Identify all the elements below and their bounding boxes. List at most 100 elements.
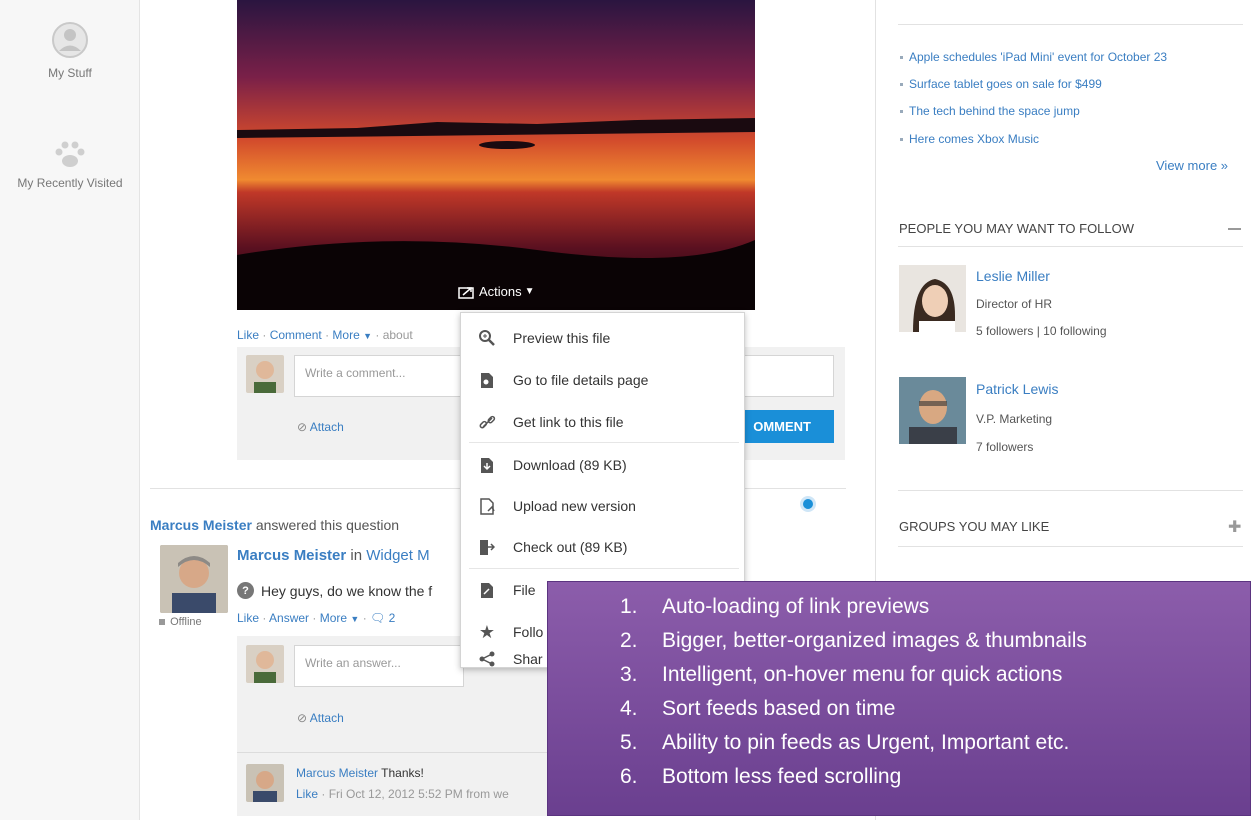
- author-avatar[interactable]: [160, 545, 228, 613]
- post1-time: about: [382, 328, 413, 342]
- sunset-image: [237, 0, 755, 310]
- rss-item[interactable]: Apple schedules 'iPad Mini' event for Oc…: [900, 50, 1167, 64]
- paw-icon: [55, 141, 85, 167]
- share-icon: [461, 651, 513, 667]
- post2-author-link[interactable]: Marcus Meister: [150, 517, 252, 533]
- feature-item: 5. Ability to pin feeds as Urgent, Import…: [620, 731, 1069, 755]
- post2-action-text: answered this question: [255, 517, 400, 533]
- feature-num: 1.: [620, 595, 638, 618]
- user-icon: [52, 22, 88, 58]
- post2-title: Marcus Meister in Widget M: [237, 547, 430, 564]
- post-image[interactable]: [237, 0, 755, 310]
- feature-item: 6. Bottom less feed scrolling: [620, 765, 901, 789]
- person-name[interactable]: Leslie Miller: [976, 268, 1050, 284]
- feature-text: Bigger, better-organized images & thumbn…: [662, 629, 1087, 652]
- feature-item: 1. Auto-loading of link previews: [620, 595, 929, 619]
- comment-link[interactable]: Comment: [270, 328, 322, 342]
- view-more-link[interactable]: View more »: [1156, 158, 1228, 173]
- post2-in: in: [350, 547, 363, 564]
- reply-meta-text: · Fri Oct 12, 2012 5:52 PM from we: [321, 787, 509, 801]
- feature-num: 3.: [620, 663, 638, 686]
- answer-input[interactable]: Write an answer...: [294, 645, 464, 687]
- feature-num: 5.: [620, 731, 638, 754]
- reply-text: Thanks!: [381, 766, 424, 780]
- person-name[interactable]: Patrick Lewis: [976, 381, 1058, 397]
- avatar: [246, 645, 284, 683]
- file-icon: [461, 582, 513, 599]
- question-icon: ?: [237, 582, 254, 599]
- menu-item-check-out[interactable]: Check out (89 KB): [461, 527, 744, 567]
- menu-item-upload[interactable]: Upload new version: [461, 486, 744, 526]
- person-photo-patrick[interactable]: [899, 377, 966, 444]
- collapse-icon[interactable]: [1228, 228, 1241, 230]
- feature-text: Ability to pin feeds as Urgent, Importan…: [662, 731, 1070, 754]
- caret-down-icon: ▼: [363, 331, 373, 341]
- offline-label: Offline: [170, 616, 202, 628]
- offline-status: Offline: [159, 616, 202, 628]
- nav-my-stuff[interactable]: My Stuff: [0, 20, 140, 80]
- post2-group-link[interactable]: Widget M: [366, 547, 429, 564]
- feature-num: 4.: [620, 697, 638, 720]
- file-details-icon: [461, 372, 513, 389]
- reply-count[interactable]: 2: [389, 611, 396, 625]
- page: My Stuff My Recently Visited Actions ▼ L…: [0, 0, 1255, 820]
- avatar: [246, 355, 284, 393]
- post2-question-text: Hey guys, do we know the f: [261, 582, 433, 599]
- feature-text: Bottom less feed scrolling: [662, 765, 902, 788]
- checkout-icon: [461, 539, 513, 556]
- reply-author-link[interactable]: Marcus Meister: [296, 766, 378, 780]
- rss-item[interactable]: Here comes Xbox Music: [900, 132, 1039, 146]
- like-link[interactable]: Like: [237, 328, 259, 342]
- divider: [237, 752, 547, 753]
- post2-author2-link[interactable]: Marcus Meister: [237, 547, 346, 564]
- answer-link[interactable]: Answer: [269, 611, 309, 625]
- star-icon: ★: [478, 621, 496, 642]
- menu-item-label: File: [513, 582, 536, 598]
- reply-avatar[interactable]: [246, 764, 284, 802]
- feature-text: Intelligent, on-hover menu for quick act…: [662, 663, 1063, 686]
- menu-item-file-details[interactable]: Go to file details page: [461, 360, 744, 400]
- rss-item[interactable]: The tech behind the space jump: [900, 104, 1080, 118]
- attach-link[interactable]: ⊘ Attach: [297, 420, 344, 434]
- reply-like-link[interactable]: Like: [296, 787, 318, 801]
- menu-item-label: Check out (89 KB): [513, 539, 628, 555]
- caret-down-icon: ▼: [350, 614, 360, 624]
- feature-item: 4. Sort feeds based on time: [620, 697, 895, 721]
- menu-item-get-link[interactable]: Get link to this file: [461, 402, 744, 442]
- nav-recently-visited[interactable]: My Recently Visited: [0, 140, 140, 190]
- menu-item-label: Preview this file: [513, 330, 611, 346]
- post2-question: ? Hey guys, do we know the f: [237, 582, 432, 599]
- paperclip-icon: ⊘: [297, 420, 308, 434]
- feature-num: 2.: [620, 629, 638, 652]
- paperclip-icon: ⊘: [297, 711, 308, 725]
- offline-square-icon: [159, 619, 165, 625]
- feature-num: 6.: [620, 765, 638, 788]
- expand-plus-icon[interactable]: ✚: [1228, 517, 1241, 537]
- menu-item-label: Follo: [513, 624, 544, 640]
- comment-button[interactable]: OMMENT: [730, 410, 834, 443]
- menu-item-download[interactable]: Download (89 KB): [461, 445, 744, 485]
- rss-item[interactable]: Surface tablet goes on sale for $499: [900, 77, 1102, 91]
- attach-label: Attach: [309, 420, 344, 434]
- person-stats: 5 followers | 10 following: [976, 324, 1107, 338]
- menu-item-label: Go to file details page: [513, 372, 649, 388]
- feature-item: 3. Intelligent, on-hover menu for quick a…: [620, 663, 1062, 687]
- menu-item-preview[interactable]: Preview this file: [461, 318, 744, 358]
- person-photo-leslie[interactable]: [899, 265, 966, 332]
- attach-link[interactable]: ⊘ Attach: [297, 711, 344, 725]
- menu-separator: [469, 442, 739, 443]
- person-title: V.P. Marketing: [976, 412, 1053, 426]
- left-nav: My Stuff My Recently Visited: [0, 0, 140, 820]
- actions-button[interactable]: Actions ▼: [458, 284, 535, 299]
- reply-line: Marcus Meister Thanks!: [296, 766, 424, 780]
- menu-separator: [469, 568, 739, 569]
- more-link[interactable]: More: [320, 611, 347, 625]
- nav-recently-visited-label: My Recently Visited: [17, 176, 123, 190]
- replies-icon: 🗨: [370, 611, 386, 625]
- feature-item: 2. Bigger, better-organized images & thum…: [620, 629, 1087, 653]
- caret-down-icon: ▼: [524, 286, 535, 297]
- more-link[interactable]: More: [332, 328, 359, 342]
- share-arrow-icon: [458, 286, 474, 299]
- people-section-title: PEOPLE YOU MAY WANT TO FOLLOW: [899, 221, 1135, 236]
- like-link[interactable]: Like: [237, 611, 259, 625]
